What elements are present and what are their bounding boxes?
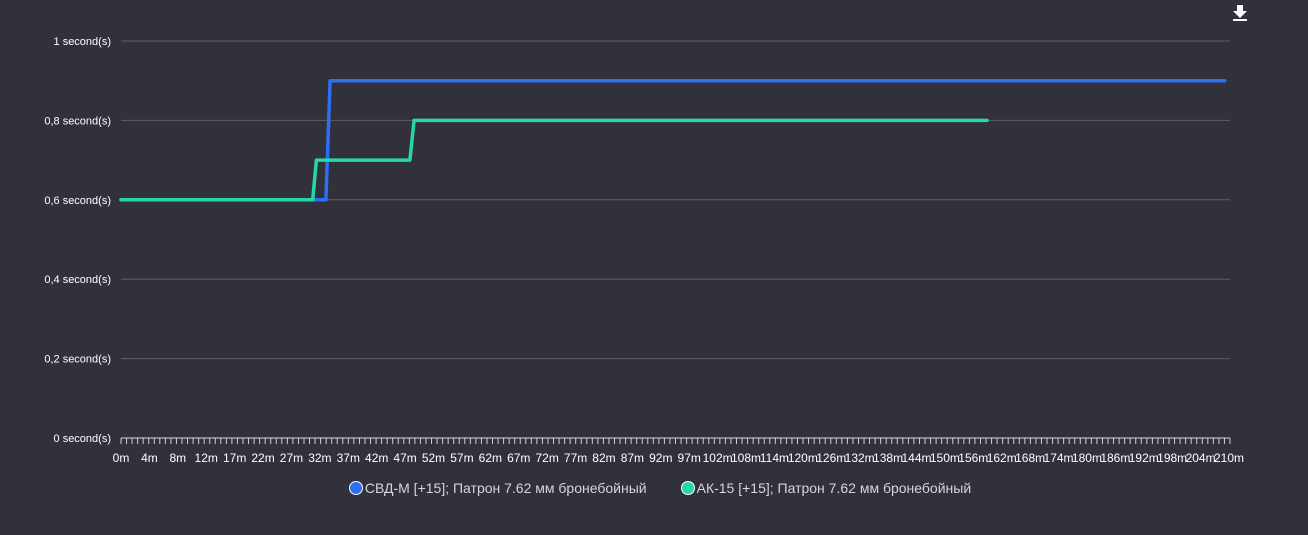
y-tick-label: 0,6 second(s) <box>44 195 111 207</box>
x-tick-label: 204m <box>1186 451 1216 465</box>
y-tick-label: 0,8 second(s) <box>44 115 111 127</box>
legend-label: АК-15 [+15]; Патрон 7.62 мм бронебойный <box>696 480 972 496</box>
x-tick-label: 22m <box>251 451 274 465</box>
legend-item-svd-m[interactable]: СВД-М [+15]; Патрон 7.62 мм бронебойный <box>348 478 647 498</box>
x-axis: 0m 4m 8m 12m 17m 22m 27m 32m 37m 42m 47m 52m 57m 62m 6… <box>113 437 1244 465</box>
x-tick-label: 186m <box>1100 451 1130 465</box>
y-tick-label: 0,2 second(s) <box>44 354 111 366</box>
legend: СВД-М [+15]; Патрон 7.62 мм бронебойный … <box>0 478 1308 498</box>
chart-svg: 0 second(s) 0,2 second(s) 0,4 second(s) 0,6… <box>44 36 1244 465</box>
legend-swatch <box>348 481 363 495</box>
y-tick-label: 1 second(s) <box>54 36 111 48</box>
x-tick-label: 168m <box>1015 451 1045 465</box>
x-tick-label: 114m <box>760 451 789 465</box>
chart: 0 second(s) 0,2 second(s) 0,4 second(s) 0,6… <box>0 0 1308 535</box>
x-tick-label: 12m <box>195 451 218 465</box>
x-tick-label: 150m <box>930 451 960 465</box>
x-tick-label: 126m <box>816 451 846 465</box>
legend-swatch <box>680 481 695 495</box>
x-tick-label: 47m <box>393 451 416 465</box>
x-tick-label: 174m <box>1044 451 1074 465</box>
y-tick-label: 0 second(s) <box>54 433 111 445</box>
series-line-0 <box>119 78 1227 202</box>
x-tick-label: 97m <box>678 451 701 465</box>
x-tick-label: 72m <box>535 451 558 465</box>
x-tick-label: 180m <box>1072 451 1102 465</box>
x-tick-label: 4m <box>141 451 158 465</box>
legend-item-ak-15[interactable]: АК-15 [+15]; Патрон 7.62 мм бронебойный <box>680 478 972 498</box>
series-line-1 <box>119 118 989 202</box>
x-tick-label: 57m <box>450 451 473 465</box>
x-tick-label: 77m <box>564 451 587 465</box>
y-tick-label: 0,4 second(s) <box>44 274 111 286</box>
x-tick-label: 27m <box>280 451 303 465</box>
x-tick-label: 132m <box>845 451 875 465</box>
x-tick-label: 210m <box>1214 451 1244 465</box>
x-tick-label: 138m <box>873 451 903 465</box>
x-tick-label: 192m <box>1129 451 1159 465</box>
download-icon <box>1233 5 1247 21</box>
x-tick-label: 162m <box>987 451 1017 465</box>
x-tick-label: 32m <box>308 451 331 465</box>
x-tick-label: 144m <box>901 451 931 465</box>
x-tick-label: 92m <box>649 451 672 465</box>
x-tick-label: 17m <box>223 451 246 465</box>
x-tick-label: 52m <box>422 451 445 465</box>
x-tick-label: 8m <box>169 451 186 465</box>
x-tick-label: 156m <box>958 451 988 465</box>
x-tick-label: 62m <box>479 451 502 465</box>
x-tick-label: 108m <box>731 451 761 465</box>
y-axis: 0 second(s) 0,2 second(s) 0,4 second(s) 0,6… <box>44 36 111 445</box>
x-tick-label: 37m <box>337 451 360 465</box>
x-tick-label: 198m <box>1157 451 1187 465</box>
series-layer <box>119 78 1227 202</box>
x-tick-label: 67m <box>507 451 530 465</box>
x-tick-label: 42m <box>365 451 388 465</box>
x-tick-label: 87m <box>621 451 644 465</box>
download-button[interactable] <box>1230 3 1250 23</box>
x-tick-label: 102m <box>703 451 733 465</box>
x-tick-label: 120m <box>788 451 818 465</box>
legend-label: СВД-М [+15]; Патрон 7.62 мм бронебойный <box>364 480 647 496</box>
x-tick-label: 82m <box>592 451 615 465</box>
x-tick-label: 0m <box>113 451 130 465</box>
